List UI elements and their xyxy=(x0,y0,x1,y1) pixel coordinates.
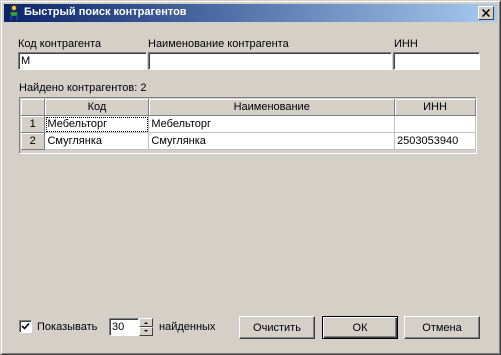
header-code[interactable]: Код xyxy=(44,99,150,116)
cancel-button[interactable]: Отмена xyxy=(404,316,480,339)
count-input[interactable] xyxy=(109,318,139,336)
ok-button[interactable]: ОК xyxy=(322,316,398,339)
inn-label: ИНН xyxy=(394,38,418,50)
cell-inn[interactable]: 2503053940 xyxy=(394,132,476,150)
spin-up-button[interactable] xyxy=(139,318,153,327)
checkmark-icon xyxy=(21,322,30,330)
name-label: Наименование контрагента xyxy=(148,38,289,50)
header-name[interactable]: Наименование xyxy=(148,99,396,116)
code-input[interactable] xyxy=(18,52,147,70)
count-spinner xyxy=(109,318,153,336)
cell-inn[interactable] xyxy=(394,115,476,133)
title-bar[interactable]: Быстрый поиск контрагентов xyxy=(4,4,497,22)
cell-name[interactable]: Мебельторг xyxy=(148,115,396,133)
row-number: 2 xyxy=(21,132,46,150)
grid-header: Код Наименование ИНН xyxy=(21,99,476,116)
close-button[interactable] xyxy=(478,6,494,20)
table-row[interactable]: 1 Мебельторг Мебельторг xyxy=(21,115,476,133)
spinner-arrows xyxy=(139,318,153,336)
name-input[interactable] xyxy=(148,52,392,70)
found-suffix-label: найденных xyxy=(159,321,216,333)
close-icon xyxy=(482,9,490,17)
clear-button[interactable]: Очистить xyxy=(239,316,315,339)
found-count-label: Найдено контрагентов: 2 xyxy=(19,82,147,94)
cell-name[interactable]: Смуглянка xyxy=(148,132,396,150)
arrow-up-icon xyxy=(144,322,148,324)
code-label: Код контрагента xyxy=(18,38,102,50)
show-checkbox[interactable] xyxy=(19,320,32,333)
cell-code[interactable]: Мебельторг xyxy=(44,115,150,133)
row-number: 1 xyxy=(21,115,46,133)
inn-input[interactable] xyxy=(393,52,480,70)
arrow-down-icon xyxy=(144,330,148,332)
header-rownum xyxy=(21,99,46,116)
cell-code[interactable]: Смуглянка xyxy=(44,132,150,150)
spin-down-button[interactable] xyxy=(139,327,153,336)
window-title: Быстрый поиск контрагентов xyxy=(24,6,187,18)
header-inn[interactable]: ИНН xyxy=(394,99,476,116)
results-grid[interactable]: Код Наименование ИНН 1 Мебельторг Мебель… xyxy=(19,97,477,154)
show-label: Показывать xyxy=(37,321,98,333)
app-icon xyxy=(7,5,21,21)
search-dialog: Быстрый поиск контрагентов Код контраген… xyxy=(0,0,501,355)
table-row[interactable]: 2 Смуглянка Смуглянка 2503053940 xyxy=(21,132,476,150)
